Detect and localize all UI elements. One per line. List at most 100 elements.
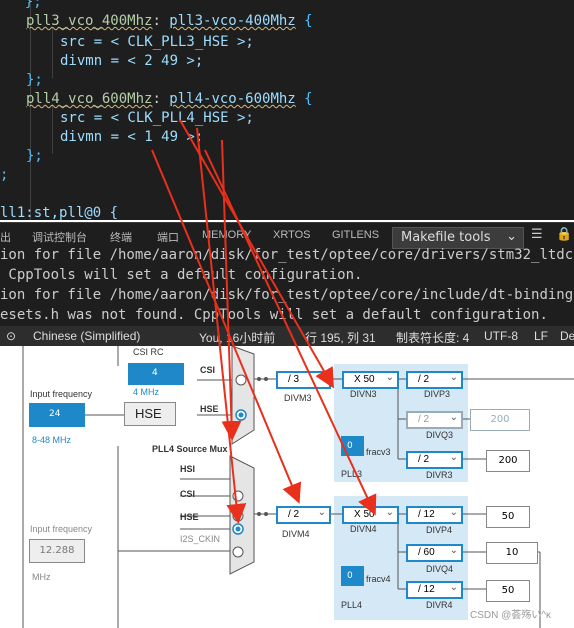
mux-input-hsi: HSI bbox=[180, 464, 196, 474]
watermark: CSDN @荟殇い^ĸ bbox=[470, 610, 551, 621]
code-editor[interactable]: }; pll3_vco_400Mhz: pll3-vco-400Mhz { sr… bbox=[0, 0, 574, 220]
pll3-label: PLL3 bbox=[341, 469, 363, 479]
chevron-down-icon: ⌄ bbox=[385, 372, 394, 383]
tab-debug-console[interactable]: 调试控制台 bbox=[32, 229, 87, 245]
divr3-output: 200 bbox=[486, 450, 530, 472]
clock-config-diagram: CSI RC 4 4 MHz CSI HSE Input frequency 2… bbox=[0, 346, 574, 628]
tab-xrtos[interactable]: XRTOS bbox=[273, 229, 311, 241]
divn4-label: DIVN4 bbox=[350, 524, 377, 534]
output-line: ion for file /home/aaron/disk/for_test/o… bbox=[0, 247, 574, 263]
divp3-select[interactable]: / 2 ⌄ bbox=[406, 371, 463, 389]
chevron-down-icon: ⌄ bbox=[449, 412, 458, 423]
status-bar: ⊙ Chinese (Simplified) You, 16小时前 行 195,… bbox=[0, 326, 574, 346]
status-language[interactable]: Chinese (Simplified) bbox=[33, 329, 140, 343]
node-name: pll4-vco-600Mhz bbox=[169, 91, 296, 107]
fracv4-label: fracv4 bbox=[366, 574, 391, 584]
code-line: divmn = < 2 49 >; bbox=[60, 53, 204, 69]
mux-input-csi: CSI bbox=[200, 365, 216, 375]
indent-guide bbox=[52, 104, 53, 154]
chevron-down-icon: ⌄ bbox=[449, 507, 458, 518]
i2s-input-field[interactable]: 12.288 bbox=[29, 539, 85, 563]
indent-guide bbox=[30, 0, 31, 220]
lock-scroll-icon[interactable]: 🔒 bbox=[556, 227, 572, 242]
input-frequency-label: Input frequency bbox=[30, 524, 93, 534]
hse-input-field[interactable]: 24 bbox=[29, 403, 85, 427]
divm4-select[interactable]: / 2 ⌄ bbox=[276, 506, 331, 524]
node-label: pll3_vco_400Mhz bbox=[26, 13, 153, 29]
output-line: ion for file /home/aaron/disk/for_test/o… bbox=[0, 287, 574, 303]
code-line: }; bbox=[26, 148, 43, 164]
divm4-label: DIVM4 bbox=[282, 529, 310, 539]
chevron-down-icon: ⌄ bbox=[449, 372, 458, 383]
mux-input-hse: HSE bbox=[200, 404, 219, 414]
output-line: esets.h was not found. CppTools will set… bbox=[0, 307, 548, 323]
divn3-label: DIVN3 bbox=[350, 389, 377, 399]
divp4-select[interactable]: / 12 ⌄ bbox=[406, 506, 463, 524]
pll4-source-mux-label: PLL4 Source Mux bbox=[152, 444, 228, 454]
code-line: pll3_vco_400Mhz: pll3-vco-400Mhz { bbox=[26, 13, 313, 29]
csi-value-box: 4 bbox=[128, 363, 184, 385]
status-indent[interactable]: 制表符长度: 4 bbox=[396, 329, 469, 346]
tab-terminal[interactable]: 终端 bbox=[110, 229, 132, 245]
input-frequency-label: Input frequency bbox=[30, 389, 93, 399]
chevron-down-icon: ⌄ bbox=[449, 452, 458, 463]
status-eol[interactable]: LF bbox=[534, 329, 548, 343]
input-range-label: 8-48 MHz bbox=[32, 435, 72, 445]
tab-memory[interactable]: MEMORY bbox=[202, 229, 251, 241]
clear-output-icon[interactable]: ☰ bbox=[531, 227, 543, 242]
output-channel-label: Makefile tools bbox=[401, 230, 491, 245]
mux-input-hse: HSE bbox=[180, 512, 199, 522]
chevron-down-icon: ⌄ bbox=[385, 507, 394, 518]
mux-input-i2s-ckin: I2S_CKIN bbox=[180, 534, 221, 544]
input-unit-label: MHz bbox=[32, 572, 51, 582]
node-name: pll3-vco-400Mhz bbox=[169, 13, 296, 29]
chevron-down-icon: ⌄ bbox=[317, 507, 326, 518]
fracv3-label: fracv3 bbox=[366, 447, 391, 457]
indent-guide bbox=[52, 28, 53, 78]
code-line: src = < CLK_PLL3_HSE >; bbox=[60, 34, 254, 50]
pll4-label: PLL4 bbox=[341, 600, 363, 610]
divm3-select[interactable]: / 3 ⌄ bbox=[276, 371, 331, 389]
code-line: ; bbox=[0, 167, 9, 183]
divr3-select[interactable]: / 2 ⌄ bbox=[406, 451, 463, 469]
status-cursor-position[interactable]: 行 195, 列 31 bbox=[305, 329, 376, 346]
chevron-down-icon: ⌄ bbox=[506, 229, 517, 244]
divp3-label: DIVP3 bbox=[424, 389, 451, 399]
divq4-output: 10 bbox=[486, 542, 538, 564]
divm3-label: DIVM3 bbox=[284, 393, 312, 403]
divq3-output: 200 bbox=[470, 409, 530, 431]
node-label: pll4_vco_600Mhz bbox=[26, 91, 153, 107]
output-panel: 出 调试控制台 终端 端口 MEMORY XRTOS GITLENS Makef… bbox=[0, 222, 574, 327]
divp4-output: 50 bbox=[486, 506, 530, 528]
fracv3-value: 0 bbox=[341, 436, 364, 456]
code-line: ll1:st,pll@0 { bbox=[0, 205, 119, 220]
hse-source-box: HSE bbox=[124, 402, 176, 426]
divq4-select[interactable]: / 60 ⌄ bbox=[406, 544, 463, 562]
divq3-select[interactable]: / 2 ⌄ bbox=[406, 411, 463, 429]
tab-output[interactable]: 出 bbox=[0, 229, 11, 245]
code-line: }; bbox=[8, 0, 42, 10]
divr4-label: DIVR4 bbox=[426, 600, 453, 610]
status-language-mode[interactable]: De bbox=[560, 329, 574, 343]
divp4-label: DIVP4 bbox=[426, 525, 453, 535]
divr4-select[interactable]: / 12 ⌄ bbox=[406, 581, 463, 599]
divq3-label: DIVQ3 bbox=[426, 430, 454, 440]
csi-rc-label: CSI RC bbox=[133, 347, 164, 357]
output-line: CppTools will set a default configuratio… bbox=[0, 267, 363, 283]
output-channel-select[interactable]: Makefile tools ⌄ bbox=[392, 227, 524, 249]
divr4-output: 50 bbox=[486, 580, 530, 602]
code-line: pll4_vco_600Mhz: pll4-vco-600Mhz { bbox=[26, 91, 313, 107]
status-encoding[interactable]: UTF-8 bbox=[484, 329, 518, 343]
code-line: src = < CLK_PLL4_HSE >; bbox=[60, 110, 254, 126]
code-line: divmn = < 1 49 >; bbox=[60, 129, 204, 145]
tab-gitlens[interactable]: GITLENS bbox=[332, 229, 379, 241]
csi-freq-label: 4 MHz bbox=[133, 387, 160, 397]
divn3-select[interactable]: X 50 ⌄ bbox=[342, 371, 399, 389]
divn4-select[interactable]: X 50 ⌄ bbox=[342, 506, 399, 524]
fracv4-value: 0 bbox=[341, 566, 364, 586]
status-blame[interactable]: You, 16小时前 bbox=[199, 329, 275, 346]
chevron-down-icon: ⌄ bbox=[449, 545, 458, 556]
tab-ports[interactable]: 端口 bbox=[157, 229, 179, 245]
divr3-label: DIVR3 bbox=[426, 470, 453, 480]
broadcast-icon[interactable]: ⊙ bbox=[6, 329, 16, 343]
